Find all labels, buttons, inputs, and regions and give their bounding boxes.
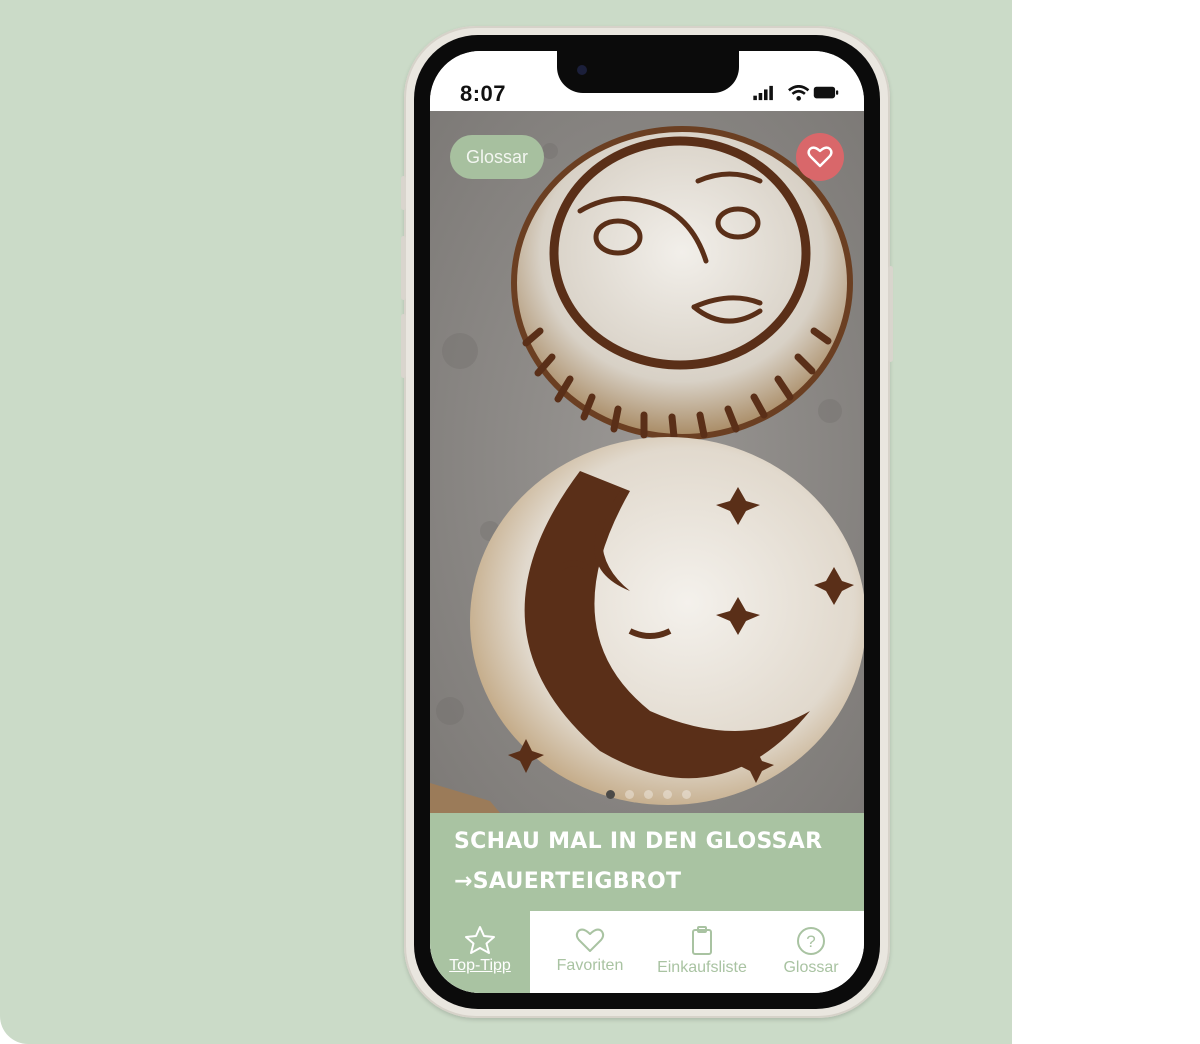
phone-bezel: 8:07 Glossar SCHAU MAL IN DEN GLOSSAR →S… bbox=[414, 35, 880, 1009]
hero-image[interactable]: Glossar bbox=[430, 111, 864, 813]
caption-line-2: →SAUERTEIGBROT bbox=[454, 869, 682, 894]
volume-up-button bbox=[401, 236, 406, 300]
caption-line-1: SCHAU MAL IN DEN GLOSSAR bbox=[454, 829, 823, 854]
status-icons bbox=[753, 85, 839, 101]
power-button bbox=[888, 266, 893, 362]
tab-top-tipp-label: Top-Tipp bbox=[449, 957, 511, 974]
front-camera bbox=[577, 65, 587, 75]
bread-loaf-face bbox=[511, 126, 853, 441]
tab-favoriten-label: Favoriten bbox=[556, 957, 624, 974]
list-icon bbox=[692, 926, 712, 955]
tab-favoriten[interactable]: Favoriten bbox=[534, 911, 646, 993]
bread-loaf-moon bbox=[470, 437, 864, 805]
camera-notch bbox=[557, 51, 739, 93]
carousel-dot[interactable] bbox=[625, 790, 634, 799]
carousel-dot[interactable] bbox=[682, 790, 691, 799]
heart-icon bbox=[575, 928, 605, 952]
glossar-chip[interactable]: Glossar bbox=[450, 135, 544, 179]
carousel-dot[interactable] bbox=[606, 790, 615, 799]
carousel-dot[interactable] bbox=[644, 790, 653, 799]
bottom-tab-bar: Top-Tipp Favoriten Einkaufsliste ? Gloss… bbox=[430, 911, 864, 993]
phone-screen: 8:07 Glossar SCHAU MAL IN DEN GLOSSAR →S… bbox=[430, 51, 864, 993]
carousel-indicator bbox=[606, 790, 691, 799]
tab-top-tipp[interactable]: Top-Tipp bbox=[430, 911, 530, 993]
caption-banner[interactable]: SCHAU MAL IN DEN GLOSSAR →SAUERTEIGBROT bbox=[430, 813, 864, 911]
star-icon bbox=[465, 926, 495, 954]
heart-icon bbox=[807, 146, 833, 168]
status-bar: 8:07 bbox=[430, 51, 864, 111]
tab-einkaufsliste[interactable]: Einkaufsliste bbox=[646, 911, 758, 993]
tab-einkaufsliste-label: Einkaufsliste bbox=[657, 959, 747, 976]
bread-photo bbox=[430, 111, 864, 813]
tab-glossar[interactable]: ? Glossar bbox=[758, 911, 864, 993]
battery-icon bbox=[813, 86, 839, 99]
status-time: 8:07 bbox=[460, 81, 507, 106]
wifi-icon bbox=[788, 85, 810, 101]
volume-down-button bbox=[401, 314, 406, 378]
mute-switch bbox=[401, 176, 406, 210]
tab-glossar-label: Glossar bbox=[783, 959, 839, 976]
svg-text:?: ? bbox=[806, 932, 815, 951]
favorite-button[interactable] bbox=[796, 133, 844, 181]
carousel-dot[interactable] bbox=[663, 790, 672, 799]
question-icon: ? bbox=[797, 927, 825, 955]
phone-frame: 8:07 Glossar SCHAU MAL IN DEN GLOSSAR →S… bbox=[401, 26, 893, 1018]
signal-icon bbox=[753, 85, 773, 101]
